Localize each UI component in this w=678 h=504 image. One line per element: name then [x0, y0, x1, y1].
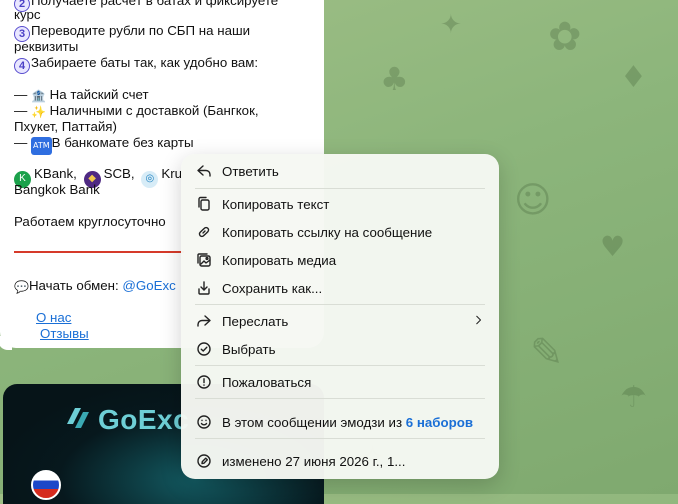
menu-separator	[195, 304, 485, 305]
background-doodle: ☂	[620, 380, 647, 415]
message-line: 4 Забираете баты так, как удобно вам:	[14, 55, 258, 74]
atm-icon: ATM	[31, 137, 52, 155]
download-icon	[195, 279, 213, 297]
background-doodle: ✿	[548, 14, 582, 60]
emoji-sets-link[interactable]: 6 наборов	[406, 415, 473, 430]
banks-line: Bangkok Bank	[14, 182, 100, 197]
option-line: Пхукет, Паттайя)	[14, 119, 117, 134]
menu-item-report[interactable]: Пожаловаться	[181, 369, 499, 395]
reviews-link[interactable]: Отзывы	[40, 326, 89, 342]
background-doodle: ♥	[600, 230, 626, 263]
reply-icon	[195, 162, 213, 180]
red-divider	[14, 251, 184, 253]
menu-separator	[195, 188, 485, 189]
image-copy-icon	[195, 251, 213, 269]
option-line: — ATM В банкомате без карты	[14, 135, 194, 155]
menu-item-copy-link[interactable]: Копировать ссылку на сообщение	[181, 219, 499, 245]
link-icon	[195, 223, 213, 241]
russia-flag-icon	[31, 470, 61, 500]
message-line: реквизиты	[14, 39, 79, 54]
about-link[interactable]: О нас	[36, 310, 71, 326]
handle-link[interactable]: @GoExc	[122, 278, 175, 293]
logo-text: GoExc	[98, 404, 190, 435]
edit-history-icon	[195, 452, 213, 470]
number-four-icon: 4	[14, 58, 30, 74]
krungsri-logo-icon: ◎	[141, 170, 159, 188]
chevron-right-icon	[473, 314, 485, 329]
option-line: — 🏦 На тайский счет	[14, 87, 149, 103]
option-line: — ✨ Наличными с доставкой (Бангкок,	[14, 103, 259, 119]
menu-separator	[195, 398, 485, 399]
hours-text: Работаем круглосуточно	[14, 214, 166, 229]
goexchange-logo-icon	[67, 408, 89, 428]
message-line: курс	[14, 7, 41, 22]
background-doodle: ♦	[620, 60, 647, 95]
bank-building-icon: 🏦	[31, 89, 46, 103]
background-doodle: ☺	[514, 180, 552, 221]
menu-item-select[interactable]: Выбрать	[181, 336, 499, 362]
menu-item-copy-text[interactable]: Копировать текст	[181, 191, 499, 217]
menu-item-reply[interactable]: Ответить	[181, 158, 499, 184]
check-circle-icon	[195, 340, 213, 358]
menu-separator	[195, 438, 485, 439]
copy-icon	[195, 195, 213, 213]
background-doodle: ✎	[530, 330, 564, 376]
smiley-icon	[195, 413, 213, 431]
menu-item-edited-info[interactable]: изменено 27 июня 2026 г., 1...	[181, 448, 499, 474]
background-doodle: ♣	[380, 60, 409, 98]
message-bubble-tail	[0, 336, 12, 350]
menu-item-copy-media[interactable]: Копировать медиа	[181, 247, 499, 273]
speech-bubble-icon: 💬	[14, 280, 29, 294]
sparkle-icon: ✨	[31, 105, 46, 119]
menu-separator	[195, 365, 485, 366]
forward-icon	[195, 312, 213, 330]
start-exchange-line: 💬Начать обмен: @GoExc	[14, 278, 176, 294]
context-menu: Ответить Копировать текст Копировать ссы…	[181, 154, 499, 479]
menu-item-forward[interactable]: Переслать	[181, 308, 499, 334]
menu-item-emoji-sets[interactable]: В этом сообщении эмодзи из 6 наборов	[181, 409, 499, 435]
menu-item-save-as[interactable]: Сохранить как...	[181, 275, 499, 301]
message-line: 2 Получаете расчёт в батах и фиксируете	[14, 0, 278, 12]
report-icon	[195, 373, 213, 391]
background-doodle: ✦	[440, 10, 462, 40]
